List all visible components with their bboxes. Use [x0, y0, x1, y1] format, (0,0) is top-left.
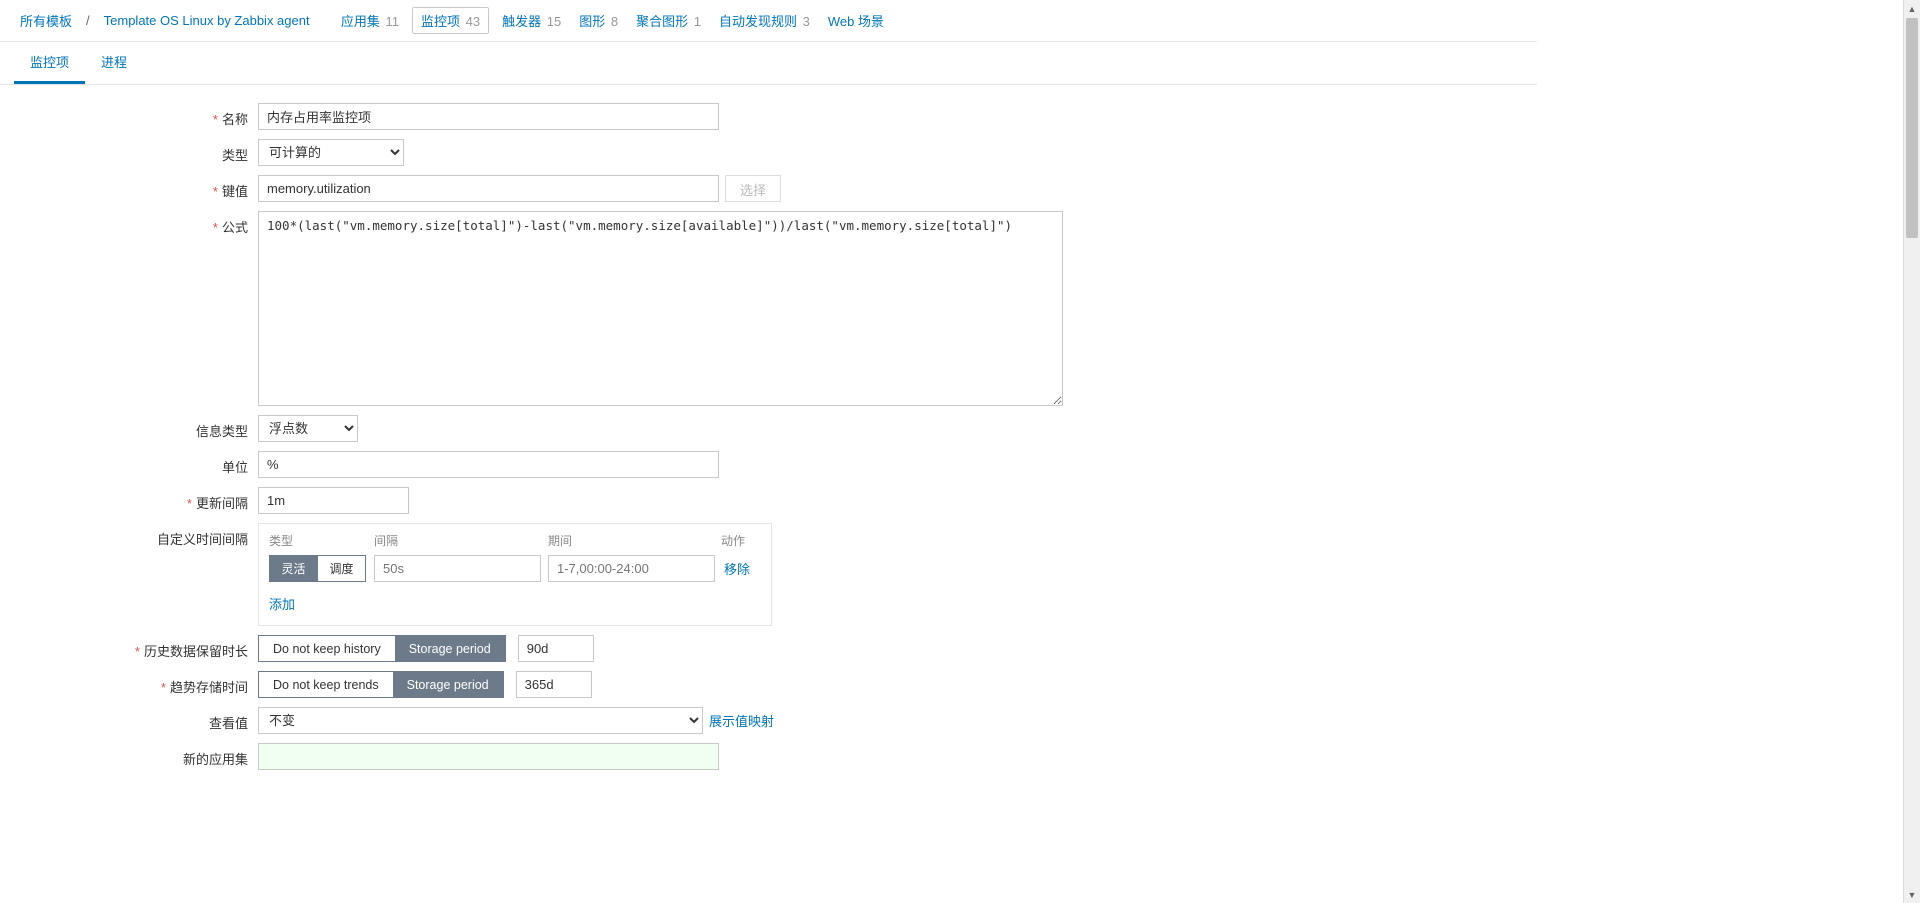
ci-scheduling-btn[interactable]: 调度	[317, 555, 366, 582]
button-select-key: 选择	[725, 175, 781, 202]
ci-header-action: 动作	[721, 532, 761, 549]
scroll-up-icon[interactable]: ▲	[1904, 0, 1920, 17]
select-type[interactable]: 可计算的	[258, 139, 404, 166]
input-update-interval[interactable]	[258, 487, 409, 514]
label-custom-intervals: 自定义时间间隔	[14, 523, 258, 548]
input-name[interactable]	[258, 103, 719, 130]
scroll-thumb[interactable]	[1906, 18, 1918, 238]
select-show-value[interactable]: 不变	[258, 707, 703, 734]
trends-toggle: Do not keep trends Storage period	[258, 671, 504, 698]
ci-period-input[interactable]	[548, 555, 715, 582]
input-units[interactable]	[258, 451, 719, 478]
label-show-value: 查看值	[14, 707, 258, 732]
ci-flexible-btn[interactable]: 灵活	[269, 555, 317, 582]
ci-row: 灵活 调度 移除	[269, 555, 761, 582]
label-units: 单位	[14, 451, 258, 476]
trends-no-keep[interactable]: Do not keep trends	[259, 672, 393, 697]
nav-graphs[interactable]: 图形 8	[573, 7, 624, 34]
nav-discovery[interactable]: 自动发现规则 3	[713, 7, 816, 34]
ci-header-period: 期间	[548, 532, 721, 549]
breadcrumb-nav: 所有模板 / Template OS Linux by Zabbix agent…	[0, 0, 1537, 42]
history-storage-period[interactable]: Storage period	[395, 636, 505, 661]
label-update-interval: *更新间隔	[14, 487, 258, 512]
label-history: *历史数据保留时长	[14, 635, 258, 660]
textarea-formula[interactable]: 100*(last("vm.memory.size[total]")-last(…	[258, 211, 1063, 406]
breadcrumb-template[interactable]: Template OS Linux by Zabbix agent	[98, 9, 316, 32]
tab-item[interactable]: 监控项	[14, 42, 85, 84]
form: *名称 类型 可计算的 *键值 选择 *公式 100*(last("vm.m	[0, 103, 1537, 770]
label-name: *名称	[14, 103, 258, 128]
nav-web[interactable]: Web 场景	[822, 7, 890, 34]
tab-process[interactable]: 进程	[85, 42, 143, 84]
ci-add-link[interactable]: 添加	[269, 594, 295, 613]
select-info-type[interactable]: 浮点数	[258, 415, 358, 442]
nav-triggers[interactable]: 触发器 15	[496, 7, 567, 34]
input-key[interactable]	[258, 175, 719, 202]
label-trends: *趋势存储时间	[14, 671, 258, 696]
history-no-keep[interactable]: Do not keep history	[259, 636, 395, 661]
label-info-type: 信息类型	[14, 415, 258, 440]
nav-items[interactable]: 监控项 43	[412, 7, 489, 34]
label-key: *键值	[14, 175, 258, 200]
label-formula: *公式	[14, 211, 258, 236]
ci-interval-input[interactable]	[374, 555, 541, 582]
nav-screens[interactable]: 聚合图形 1	[630, 7, 707, 34]
ci-type-toggle: 灵活 调度	[269, 555, 366, 582]
breadcrumb-sep: /	[84, 13, 92, 28]
input-trends[interactable]	[516, 671, 592, 698]
input-new-app[interactable]	[258, 743, 719, 770]
link-value-mappings[interactable]: 展示值映射	[709, 711, 774, 730]
breadcrumb-all-templates[interactable]: 所有模板	[14, 7, 78, 34]
ci-header-interval: 间隔	[374, 532, 548, 549]
ci-remove-link[interactable]: 移除	[724, 559, 750, 578]
trends-storage-period[interactable]: Storage period	[393, 672, 503, 697]
ci-header-type: 类型	[269, 532, 374, 549]
input-history[interactable]	[518, 635, 594, 662]
tabs: 监控项 进程	[0, 42, 1537, 85]
nav-applications[interactable]: 应用集 11	[335, 7, 405, 34]
custom-intervals-box: 类型 间隔 期间 动作 灵活 调度 移除 添加	[258, 523, 772, 626]
vertical-scrollbar[interactable]: ▲ ▼	[1903, 0, 1920, 903]
history-toggle: Do not keep history Storage period	[258, 635, 506, 662]
label-new-app: 新的应用集	[14, 743, 258, 768]
label-type: 类型	[14, 139, 258, 164]
scroll-down-icon[interactable]: ▼	[1904, 886, 1920, 903]
